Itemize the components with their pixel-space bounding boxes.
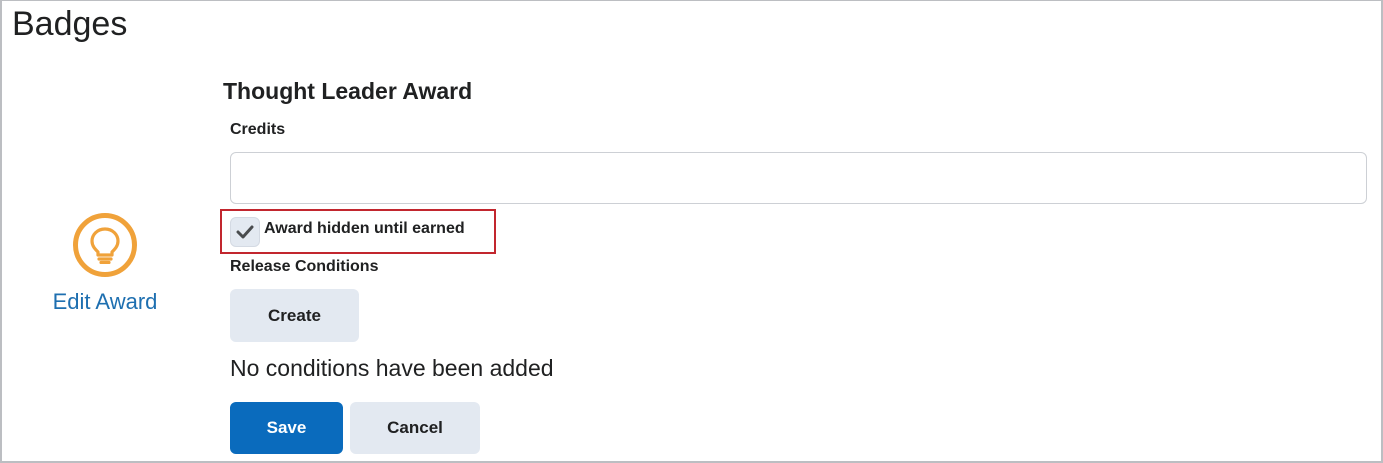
lightbulb-icon — [73, 213, 137, 277]
create-condition-button[interactable]: Create — [230, 289, 359, 342]
page-title: Badges — [12, 5, 128, 43]
save-button[interactable]: Save — [230, 402, 343, 454]
release-conditions-label: Release Conditions — [230, 258, 379, 275]
credits-input[interactable] — [230, 152, 1367, 204]
checkmark-icon — [236, 225, 254, 239]
badges-panel: Badges Edit Award Thought Leader Award C… — [0, 0, 1383, 463]
award-hidden-checkbox[interactable] — [230, 217, 260, 247]
edit-award-link[interactable]: Edit Award — [53, 289, 158, 315]
award-hidden-label[interactable]: Award hidden until earned — [264, 220, 465, 238]
no-conditions-text: No conditions have been added — [230, 355, 554, 381]
credits-label: Credits — [230, 121, 286, 138]
award-name: Thought Leader Award — [223, 78, 473, 104]
cancel-button[interactable]: Cancel — [350, 402, 480, 454]
award-sidebar: Edit Award — [42, 213, 168, 315]
